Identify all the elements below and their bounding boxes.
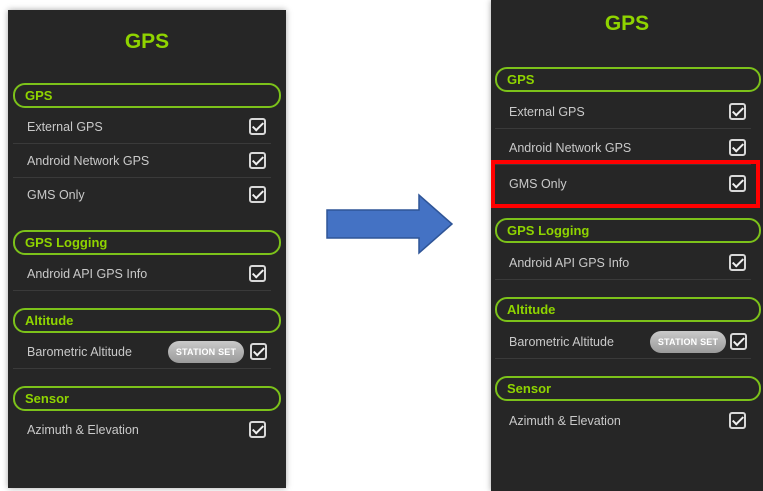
section-header-label: Sensor <box>25 391 70 406</box>
setting-label: External GPS <box>27 120 103 134</box>
android-network-gps-checkbox[interactable] <box>729 139 746 156</box>
android-api-gps-info-checkbox[interactable] <box>249 265 266 282</box>
page-title: GPS <box>604 12 650 35</box>
external-gps-checkbox[interactable] <box>249 118 266 135</box>
right-arrow-icon <box>326 193 454 255</box>
setting-label: External GPS <box>509 105 585 119</box>
section-header-gps: GPS <box>495 67 761 92</box>
android-network-gps-checkbox[interactable] <box>249 152 266 169</box>
section-header-altitude: Altitude <box>495 297 761 322</box>
section-header-label: GPS Logging <box>25 235 108 250</box>
setting-label: GMS Only <box>27 188 85 202</box>
section-header-label: GPS Logging <box>507 223 590 238</box>
setting-row-barometric-altitude[interactable]: Barometric Altitude STATION SET <box>495 325 751 359</box>
highlight-box <box>491 160 760 208</box>
gms-only-checkbox[interactable] <box>249 186 266 203</box>
section-header-sensor: Sensor <box>13 386 281 411</box>
setting-label: Android Network GPS <box>27 154 150 168</box>
station-set-button[interactable]: STATION SET <box>168 341 244 363</box>
azimuth-elevation-checkbox[interactable] <box>249 421 266 438</box>
barometric-altitude-checkbox[interactable] <box>730 333 747 350</box>
section-header-sensor: Sensor <box>495 376 761 401</box>
setting-label: Azimuth & Elevation <box>509 414 621 428</box>
azimuth-elevation-checkbox[interactable] <box>729 412 746 429</box>
screen-after: GPS GPS External GPS Android Network GPS… <box>491 0 763 491</box>
setting-row-azimuth-elevation[interactable]: Azimuth & Elevation <box>495 404 751 438</box>
section-header-gps-logging: GPS Logging <box>495 218 761 243</box>
section-header-label: Altitude <box>507 302 556 317</box>
section-header-gps-logging: GPS Logging <box>13 230 281 255</box>
section-header-gps: GPS <box>13 83 281 108</box>
section-header-label: Sensor <box>507 381 552 396</box>
setting-row-gms-only[interactable]: GMS Only <box>13 178 271 212</box>
screen-before: GPS GPS External GPS Android Network GPS… <box>8 10 286 488</box>
setting-row-azimuth-elevation[interactable]: Azimuth & Elevation <box>13 413 271 447</box>
barometric-altitude-checkbox[interactable] <box>250 343 267 360</box>
section-header-label: GPS <box>507 72 535 87</box>
page-title: GPS <box>124 30 170 53</box>
android-api-gps-info-checkbox[interactable] <box>729 254 746 271</box>
setting-row-android-api-gps-info[interactable]: Android API GPS Info <box>13 257 271 291</box>
setting-row-external-gps[interactable]: External GPS <box>495 95 751 129</box>
setting-label: Barometric Altitude <box>27 345 132 359</box>
setting-row-external-gps[interactable]: External GPS <box>13 110 271 144</box>
external-gps-checkbox[interactable] <box>729 103 746 120</box>
setting-label: Android API GPS Info <box>27 267 148 281</box>
setting-row-android-network-gps[interactable]: Android Network GPS <box>13 144 271 178</box>
setting-label: Android Network GPS <box>509 141 632 155</box>
setting-row-barometric-altitude[interactable]: Barometric Altitude STATION SET <box>13 335 271 369</box>
setting-label: Azimuth & Elevation <box>27 423 139 437</box>
setting-row-android-api-gps-info[interactable]: Android API GPS Info <box>495 246 751 280</box>
section-header-label: Altitude <box>25 313 74 328</box>
section-header-altitude: Altitude <box>13 308 281 333</box>
station-set-button[interactable]: STATION SET <box>650 331 726 353</box>
setting-label: Barometric Altitude <box>509 335 614 349</box>
setting-label: Android API GPS Info <box>509 256 630 270</box>
section-header-label: GPS <box>25 88 53 103</box>
